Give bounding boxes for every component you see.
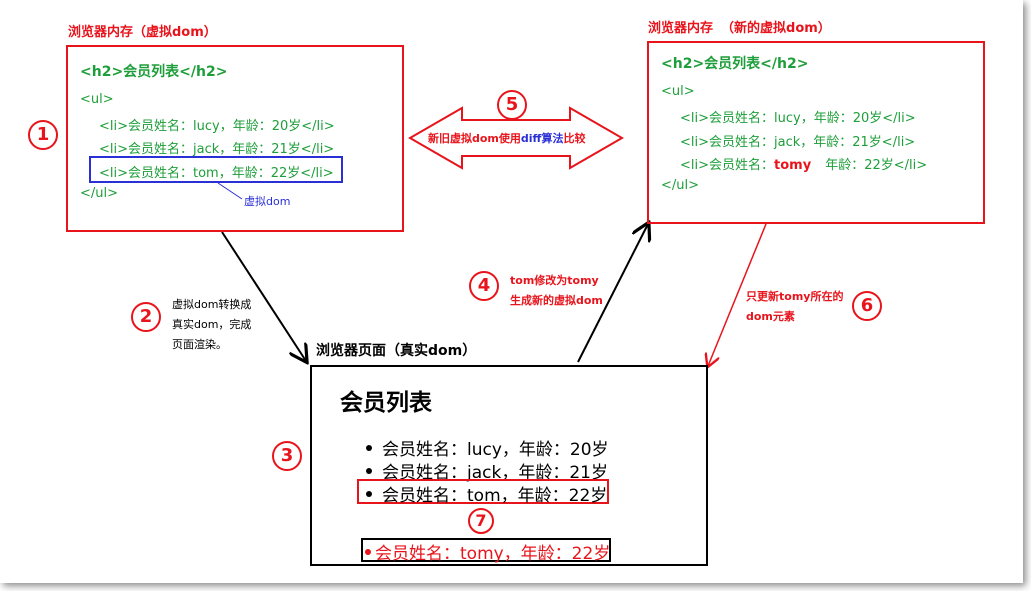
step-number-2: 2 (131, 302, 161, 332)
right-code-li: <li>会员姓名：lucy，年龄：20岁</li> (680, 111, 916, 126)
step6-line: dom元素 (746, 310, 795, 323)
right-code-ul-open: <ul> (661, 84, 695, 99)
left-code-ul-open: <ul> (80, 92, 114, 107)
right-code-ul-close: </ul> (661, 178, 700, 193)
left-code-li: <li>会员姓名：jack，年龄：21岁</li> (99, 142, 335, 157)
step4-text: tom修改为tomy 生成新的虚拟dom (510, 271, 603, 311)
bullet-icon (366, 468, 372, 474)
step-number-3: 3 (272, 441, 302, 471)
left-code-h2: <h2>会员列表</h2> (80, 64, 228, 80)
step2-line: 虚拟dom转换成 (172, 298, 252, 311)
compare-prefix: 新旧虚拟dom使用 (428, 132, 521, 145)
compare-label: 新旧虚拟dom使用diff算法比较 (428, 130, 585, 146)
right-li-suffix: 年龄：22岁</li> (825, 158, 928, 173)
step2-line: 真实dom，完成 (172, 318, 252, 331)
step4-line: 生成新的虚拟dom (510, 294, 603, 307)
left-code-ul-close: </ul> (80, 186, 119, 201)
step6-line: 只更新tomy所在的 (746, 290, 844, 303)
right-li-changed-value: tomy (774, 158, 812, 173)
step-number-7: 7 (468, 508, 494, 534)
step-number-5: 5 (497, 90, 527, 120)
bullet-icon (365, 549, 371, 555)
page-heading: 会员列表 (340, 390, 432, 416)
step2-line: 页面渲染。 (172, 338, 227, 351)
compare-algo: diff算法 (520, 132, 564, 145)
compare-suffix: 比较 (563, 132, 586, 145)
page-list-item: 会员姓名：lucy，年龄：20岁 (366, 435, 609, 460)
page-updated-item-text: 会员姓名：tomy，年龄：22岁 (375, 544, 611, 564)
right-code-li: <li>会员姓名：jack，年龄：21岁</li> (680, 135, 916, 150)
page-title: 浏览器页面（真实dom） (316, 343, 477, 359)
page-list-item: 会员姓名：tom，年龄：22岁 (366, 481, 607, 506)
left-memory-title: 浏览器内存（虚拟dom） (68, 25, 217, 40)
right-li-prefix: <li>会员姓名： (680, 158, 775, 173)
left-code-li: <li>会员姓名：tom，年龄：22岁</li> (99, 166, 334, 181)
left-code-li: <li>会员姓名：lucy，年龄：20岁</li> (99, 119, 335, 134)
page-list-item-text: 会员姓名：tom，年龄：22岁 (382, 486, 608, 506)
bullet-icon (366, 445, 372, 451)
step6-text: 只更新tomy所在的 dom元素 (746, 287, 843, 327)
right-memory-title: 浏览器内存 （新的虚拟dom） (648, 17, 831, 36)
step4-line: tom修改为tomy (510, 274, 599, 287)
step2-text: 虚拟dom转换成 真实dom，完成 页面渲染。 (172, 295, 251, 355)
right-code-li-updated: <li>会员姓名：tomy 年龄：22岁</li> (680, 154, 927, 173)
page-list-item-text: 会员姓名：lucy，年龄：20岁 (382, 440, 609, 460)
bullet-icon (366, 491, 372, 497)
step-number-4: 4 (469, 271, 499, 301)
step-number-1: 1 (28, 120, 58, 150)
right-memory-title-main: 浏览器内存 (648, 21, 714, 36)
right-memory-title-sub: （新的虚拟dom） (721, 21, 831, 36)
right-code-h2: <h2>会员列表</h2> (661, 56, 809, 72)
step-number-6: 6 (852, 291, 882, 321)
page-updated-item: 会员姓名：tomy，年龄：22岁 (365, 539, 610, 564)
vdom-label: 虚拟dom (244, 195, 291, 208)
